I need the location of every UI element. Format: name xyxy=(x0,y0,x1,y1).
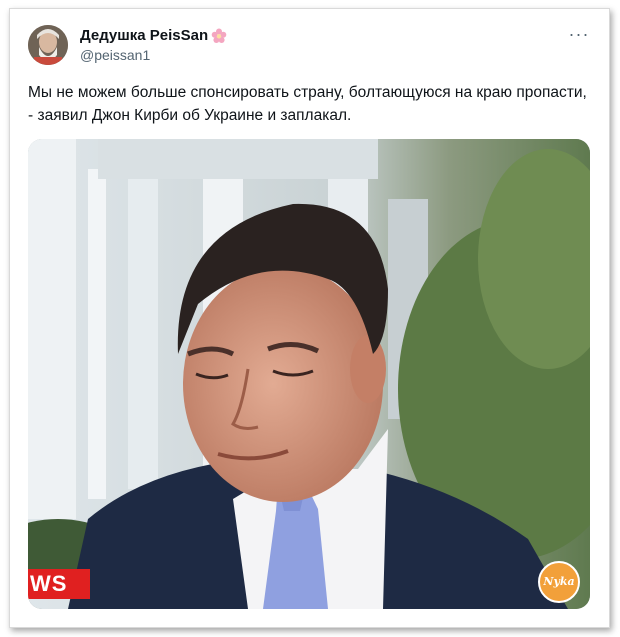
author-name[interactable]: Дедушка PeisSan xyxy=(80,27,208,44)
author-handle[interactable]: @peissan1 xyxy=(80,47,150,63)
author-name-row: Дедушка PeisSan xyxy=(80,27,227,44)
watermark-logo: Nyka xyxy=(538,561,580,603)
pink-flower-icon xyxy=(211,28,227,44)
photo-scene xyxy=(28,139,590,609)
post-card[interactable]: Дедушка PeisSan @peissan1 ··· Мы не може… xyxy=(9,8,610,628)
post-media-image[interactable]: WS Nyka xyxy=(28,139,590,609)
post-header: Дедушка PeisSan @peissan1 ··· xyxy=(28,25,591,69)
post-text: Мы не можем больше спонсировать страну, … xyxy=(28,84,587,124)
author-avatar[interactable] xyxy=(28,25,68,65)
news-channel-badge: WS xyxy=(28,569,90,599)
ellipsis-icon[interactable]: ··· xyxy=(567,25,591,47)
